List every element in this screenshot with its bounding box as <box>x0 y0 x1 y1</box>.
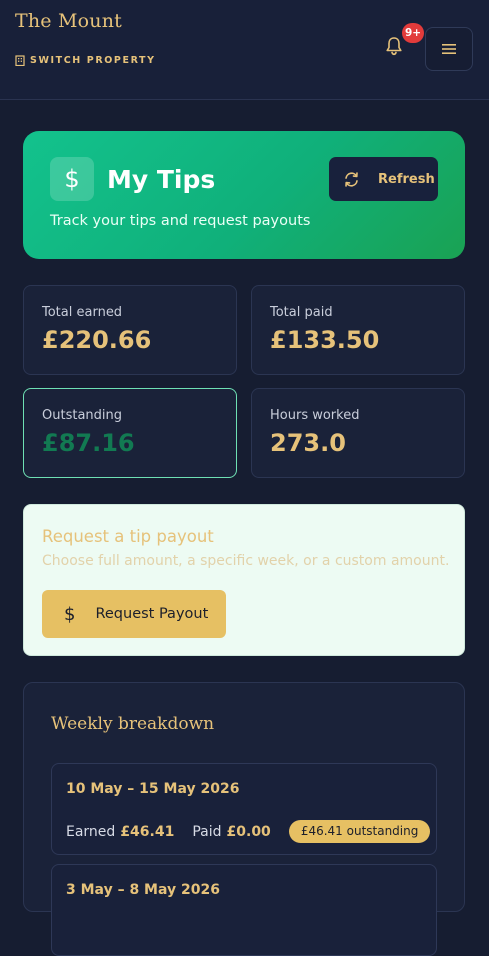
dollar-icon: $ <box>64 603 76 625</box>
week-card[interactable]: 10 May – 15 May 2026 Earned £46.41 Paid … <box>51 763 437 855</box>
menu-button[interactable] <box>425 27 473 71</box>
weekly-breakdown-section: Weekly breakdown 10 May – 15 May 2026 Ea… <box>23 682 465 956</box>
total-earned-value: £220.66 <box>42 326 152 354</box>
outstanding-status-badge: £46.41 outstanding <box>288 820 431 843</box>
payout-description: Choose full amount, a specific week, or … <box>42 553 450 569</box>
request-payout-label: Request Payout <box>95 606 209 622</box>
outstanding-label: Outstanding <box>42 408 122 423</box>
weekly-breakdown-title: Weekly breakdown <box>51 714 215 734</box>
hours-worked-label: Hours worked <box>270 408 360 423</box>
week-range: 10 May – 15 May 2026 <box>66 781 240 797</box>
refresh-button[interactable]: Refresh <box>329 157 438 201</box>
page-subtitle: Track your tips and request payouts <box>50 213 311 229</box>
my-tips-hero-card: $ My Tips Track your tips and request pa… <box>23 131 465 259</box>
switch-property-label: SWITCH PROPERTY <box>30 55 156 66</box>
page-title: My Tips <box>107 165 216 194</box>
paid-value: £0.00 <box>226 823 271 840</box>
hours-worked-card: Hours worked 273.0 <box>251 388 465 478</box>
week-card[interactable]: 3 May – 8 May 2026 <box>51 864 437 956</box>
hamburger-menu-icon <box>442 44 456 54</box>
top-bar: The Mount SWITCH PROPERTY 9+ <box>0 0 489 100</box>
dollar-icon: $ <box>50 157 94 201</box>
earned-label: Earned <box>66 823 116 840</box>
switch-property-button[interactable]: SWITCH PROPERTY <box>15 55 156 66</box>
refresh-icon <box>345 171 358 187</box>
bell-icon <box>386 37 402 56</box>
refresh-label: Refresh <box>378 171 435 187</box>
request-payout-panel: Request a tip payout Choose full amount,… <box>23 504 465 656</box>
paid-label: Paid <box>192 823 222 840</box>
notification-count-badge: 9+ <box>402 23 425 43</box>
request-payout-button[interactable]: $ Request Payout <box>42 590 226 638</box>
hours-worked-value: 273.0 <box>270 429 346 457</box>
building-icon <box>15 55 25 66</box>
payout-title: Request a tip payout <box>42 527 214 546</box>
total-earned-card: Total earned £220.66 <box>23 285 237 375</box>
outstanding-value: £87.16 <box>42 429 135 457</box>
total-earned-label: Total earned <box>42 305 123 320</box>
outstanding-card: Outstanding £87.16 <box>23 388 237 478</box>
brand-name[interactable]: The Mount <box>15 10 122 32</box>
total-paid-value: £133.50 <box>270 326 380 354</box>
total-paid-label: Total paid <box>270 305 333 320</box>
week-range: 3 May – 8 May 2026 <box>66 882 220 898</box>
week-summary-row: Earned £46.41 Paid £0.00 £46.41 outstand… <box>66 820 431 843</box>
total-paid-card: Total paid £133.50 <box>251 285 465 375</box>
earned-value: £46.41 <box>120 823 175 840</box>
